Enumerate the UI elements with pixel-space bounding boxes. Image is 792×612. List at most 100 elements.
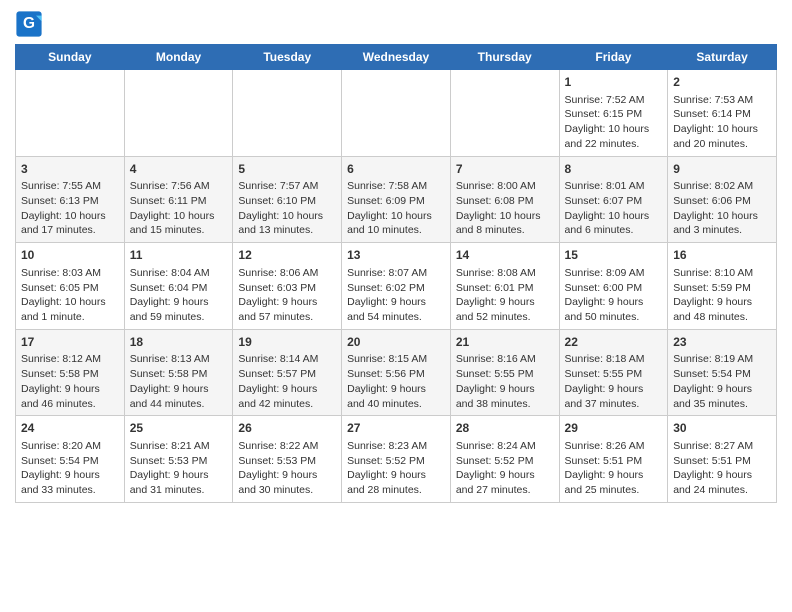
day-info: Sunrise: 8:09 AM Sunset: 6:00 PM Dayligh… (565, 266, 663, 325)
calendar-cell: 16 Sunrise: 8:10 AM Sunset: 5:59 PM Dayli… (668, 243, 777, 330)
calendar-cell: 3Sunrise: 7:55 AM Sunset: 6:13 PM Daylig… (16, 156, 125, 243)
calendar-cell: 15 Sunrise: 8:09 AM Sunset: 6:00 PM Dayli… (559, 243, 668, 330)
day-number: 2 (673, 74, 771, 91)
weekday-header-wednesday: Wednesday (342, 45, 451, 70)
calendar-cell (450, 70, 559, 157)
day-info: Sunrise: 8:13 AM Sunset: 5:58 PM Dayligh… (130, 352, 228, 411)
logo-icon: G (15, 10, 43, 38)
day-number: 3 (21, 161, 119, 178)
day-info: Sunrise: 8:08 AM Sunset: 6:01 PM Dayligh… (456, 266, 554, 325)
calendar-cell: 13 Sunrise: 8:07 AM Sunset: 6:02 PM Dayli… (342, 243, 451, 330)
day-number: 8 (565, 161, 663, 178)
day-info: Sunrise: 8:12 AM Sunset: 5:58 PM Dayligh… (21, 352, 119, 411)
weekday-header-sunday: Sunday (16, 45, 125, 70)
weekday-header-friday: Friday (559, 45, 668, 70)
calendar-cell (124, 70, 233, 157)
day-number: 17 (21, 334, 119, 351)
day-info: Sunrise: 8:21 AM Sunset: 5:53 PM Dayligh… (130, 439, 228, 498)
calendar-cell: 23Sunrise: 8:19 AM Sunset: 5:54 PM Dayli… (668, 329, 777, 416)
calendar-cell: 18Sunrise: 8:13 AM Sunset: 5:58 PM Dayli… (124, 329, 233, 416)
calendar-cell: 5Sunrise: 7:57 AM Sunset: 6:10 PM Daylig… (233, 156, 342, 243)
day-info: Sunrise: 8:04 AM Sunset: 6:04 PM Dayligh… (130, 266, 228, 325)
day-info: Sunrise: 8:01 AM Sunset: 6:07 PM Dayligh… (565, 179, 663, 238)
calendar-cell: 26 Sunrise: 8:22 AM Sunset: 5:53 PM Dayli… (233, 416, 342, 503)
day-number: 24 (21, 420, 119, 437)
day-info: Sunrise: 8:23 AM Sunset: 5:52 PM Dayligh… (347, 439, 445, 498)
day-info: Sunrise: 7:56 AM Sunset: 6:11 PM Dayligh… (130, 179, 228, 238)
calendar-cell: 11 Sunrise: 8:04 AM Sunset: 6:04 PM Dayli… (124, 243, 233, 330)
weekday-header-monday: Monday (124, 45, 233, 70)
calendar-cell: 10 Sunrise: 8:03 AM Sunset: 6:05 PM Dayli… (16, 243, 125, 330)
day-number: 14 (456, 247, 554, 264)
day-info: Sunrise: 8:22 AM Sunset: 5:53 PM Dayligh… (238, 439, 336, 498)
calendar-cell: 24Sunrise: 8:20 AM Sunset: 5:54 PM Dayli… (16, 416, 125, 503)
weekday-header-saturday: Saturday (668, 45, 777, 70)
weekday-header-thursday: Thursday (450, 45, 559, 70)
day-number: 28 (456, 420, 554, 437)
calendar-cell: 28 Sunrise: 8:24 AM Sunset: 5:52 PM Dayli… (450, 416, 559, 503)
day-info: Sunrise: 7:53 AM Sunset: 6:14 PM Dayligh… (673, 93, 771, 152)
calendar-cell: 19Sunrise: 8:14 AM Sunset: 5:57 PM Dayli… (233, 329, 342, 416)
day-number: 18 (130, 334, 228, 351)
day-info: Sunrise: 7:55 AM Sunset: 6:13 PM Dayligh… (21, 179, 119, 238)
day-info: Sunrise: 8:02 AM Sunset: 6:06 PM Dayligh… (673, 179, 771, 238)
day-number: 16 (673, 247, 771, 264)
day-number: 25 (130, 420, 228, 437)
calendar-cell: 6Sunrise: 7:58 AM Sunset: 6:09 PM Daylig… (342, 156, 451, 243)
calendar-cell: 4Sunrise: 7:56 AM Sunset: 6:11 PM Daylig… (124, 156, 233, 243)
calendar-cell: 7Sunrise: 8:00 AM Sunset: 6:08 PM Daylig… (450, 156, 559, 243)
calendar-cell: 25 Sunrise: 8:21 AM Sunset: 5:53 PM Dayli… (124, 416, 233, 503)
calendar-cell: 9Sunrise: 8:02 AM Sunset: 6:06 PM Daylig… (668, 156, 777, 243)
day-info: Sunrise: 8:14 AM Sunset: 5:57 PM Dayligh… (238, 352, 336, 411)
day-info: Sunrise: 8:03 AM Sunset: 6:05 PM Dayligh… (21, 266, 119, 325)
calendar-cell: 22Sunrise: 8:18 AM Sunset: 5:55 PM Dayli… (559, 329, 668, 416)
day-number: 10 (21, 247, 119, 264)
day-number: 15 (565, 247, 663, 264)
calendar-cell: 8Sunrise: 8:01 AM Sunset: 6:07 PM Daylig… (559, 156, 668, 243)
calendar-cell: 2 Sunrise: 7:53 AM Sunset: 6:14 PM Daylig… (668, 70, 777, 157)
day-number: 13 (347, 247, 445, 264)
day-info: Sunrise: 8:27 AM Sunset: 5:51 PM Dayligh… (673, 439, 771, 498)
day-number: 12 (238, 247, 336, 264)
day-info: Sunrise: 7:52 AM Sunset: 6:15 PM Dayligh… (565, 93, 663, 152)
calendar-cell: 14 Sunrise: 8:08 AM Sunset: 6:01 PM Dayli… (450, 243, 559, 330)
calendar-cell: 12 Sunrise: 8:06 AM Sunset: 6:03 PM Dayli… (233, 243, 342, 330)
day-info: Sunrise: 8:07 AM Sunset: 6:02 PM Dayligh… (347, 266, 445, 325)
calendar-cell: 27 Sunrise: 8:23 AM Sunset: 5:52 PM Dayli… (342, 416, 451, 503)
day-number: 7 (456, 161, 554, 178)
day-info: Sunrise: 8:10 AM Sunset: 5:59 PM Dayligh… (673, 266, 771, 325)
svg-text:G: G (23, 15, 35, 32)
day-number: 9 (673, 161, 771, 178)
day-info: Sunrise: 8:24 AM Sunset: 5:52 PM Dayligh… (456, 439, 554, 498)
day-number: 20 (347, 334, 445, 351)
day-number: 6 (347, 161, 445, 178)
day-number: 19 (238, 334, 336, 351)
calendar-cell: 29 Sunrise: 8:26 AM Sunset: 5:51 PM Dayli… (559, 416, 668, 503)
calendar-cell: 20Sunrise: 8:15 AM Sunset: 5:56 PM Dayli… (342, 329, 451, 416)
day-number: 29 (565, 420, 663, 437)
weekday-header-tuesday: Tuesday (233, 45, 342, 70)
day-number: 5 (238, 161, 336, 178)
day-number: 22 (565, 334, 663, 351)
day-info: Sunrise: 8:18 AM Sunset: 5:55 PM Dayligh… (565, 352, 663, 411)
day-info: Sunrise: 8:19 AM Sunset: 5:54 PM Dayligh… (673, 352, 771, 411)
calendar-cell: 30Sunrise: 8:27 AM Sunset: 5:51 PM Dayli… (668, 416, 777, 503)
day-info: Sunrise: 7:57 AM Sunset: 6:10 PM Dayligh… (238, 179, 336, 238)
day-number: 27 (347, 420, 445, 437)
day-number: 4 (130, 161, 228, 178)
day-info: Sunrise: 8:16 AM Sunset: 5:55 PM Dayligh… (456, 352, 554, 411)
day-info: Sunrise: 8:15 AM Sunset: 5:56 PM Dayligh… (347, 352, 445, 411)
day-info: Sunrise: 8:00 AM Sunset: 6:08 PM Dayligh… (456, 179, 554, 238)
calendar-table: SundayMondayTuesdayWednesdayThursdayFrid… (15, 44, 777, 503)
day-info: Sunrise: 8:26 AM Sunset: 5:51 PM Dayligh… (565, 439, 663, 498)
calendar-cell (233, 70, 342, 157)
day-info: Sunrise: 8:06 AM Sunset: 6:03 PM Dayligh… (238, 266, 336, 325)
day-number: 26 (238, 420, 336, 437)
calendar-cell: 21Sunrise: 8:16 AM Sunset: 5:55 PM Dayli… (450, 329, 559, 416)
calendar-cell: 17Sunrise: 8:12 AM Sunset: 5:58 PM Dayli… (16, 329, 125, 416)
day-number: 11 (130, 247, 228, 264)
logo: G (15, 10, 45, 38)
day-number: 23 (673, 334, 771, 351)
day-number: 1 (565, 74, 663, 91)
calendar-cell (342, 70, 451, 157)
